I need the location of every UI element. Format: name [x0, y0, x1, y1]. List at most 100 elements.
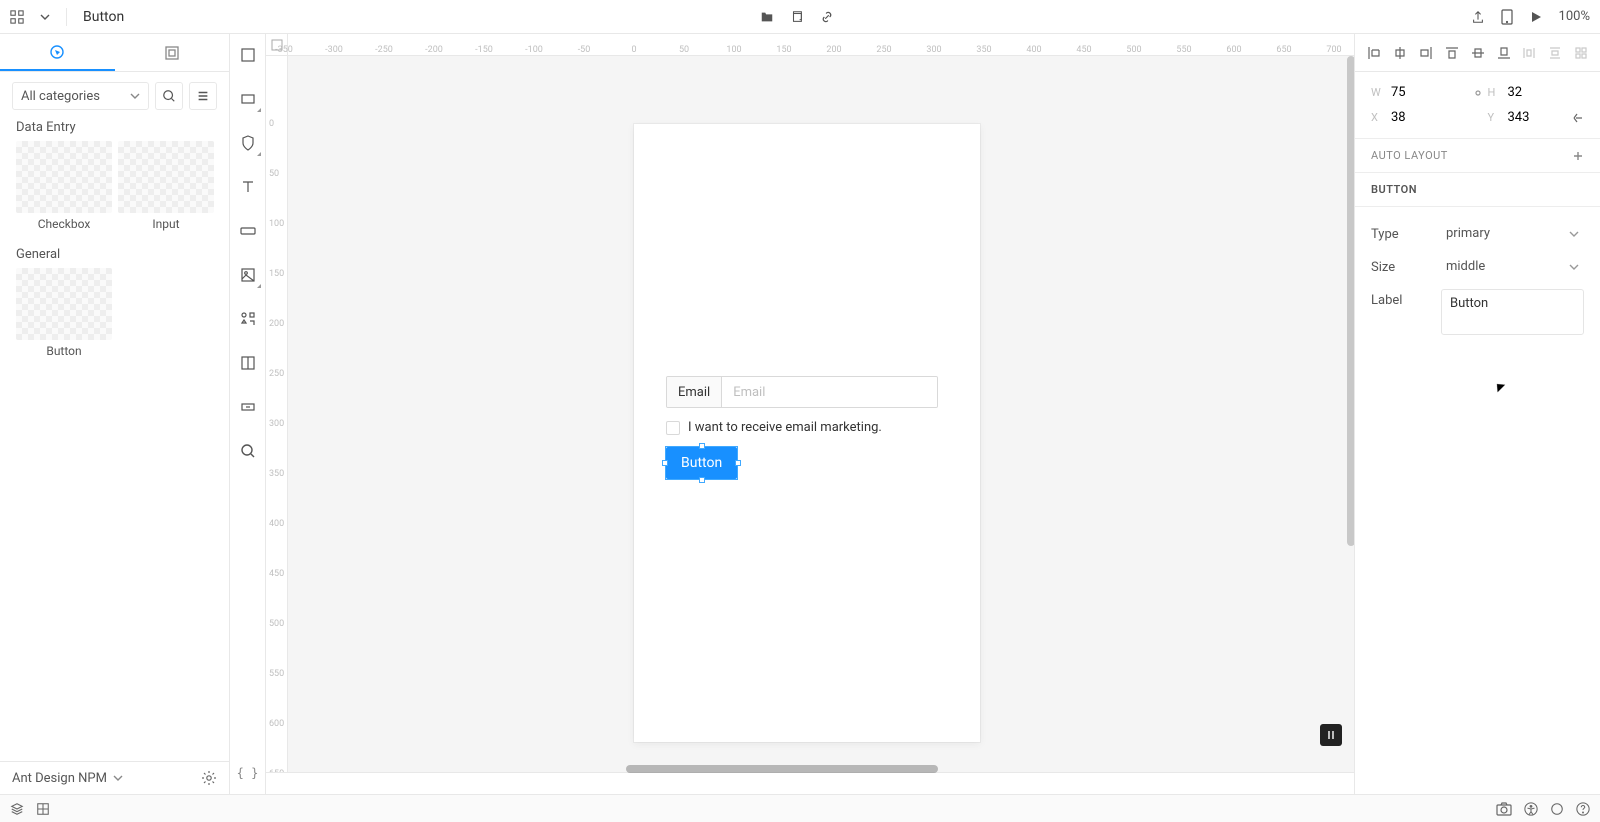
asset-checkbox-label: Checkbox	[16, 217, 112, 231]
frames-tab[interactable]	[115, 34, 230, 71]
resize-handle[interactable]	[735, 460, 741, 466]
width-field[interactable]: W	[1371, 84, 1468, 101]
image-tool[interactable]	[237, 264, 259, 286]
grid-icon[interactable]	[36, 802, 50, 816]
auto-layout-header[interactable]: AUTO LAYOUT	[1355, 139, 1600, 173]
category-select-label: All categories	[21, 89, 100, 104]
copy-icon[interactable]	[790, 10, 804, 24]
button-tool[interactable]	[237, 220, 259, 242]
x-field[interactable]: X	[1371, 109, 1468, 126]
device-icon[interactable]	[1501, 9, 1513, 25]
panel-toggle[interactable]	[1320, 724, 1342, 746]
height-input[interactable]	[1506, 84, 1554, 101]
asset-input[interactable]: Input	[118, 141, 214, 231]
position-detach-icon[interactable]	[1572, 112, 1584, 124]
auto-layout-label: AUTO LAYOUT	[1371, 149, 1448, 162]
resize-handle[interactable]	[699, 477, 705, 483]
package-select[interactable]: Ant Design NPM	[12, 771, 123, 786]
plus-icon[interactable]	[1572, 150, 1584, 162]
type-value: primary	[1446, 226, 1490, 241]
asset-input-label: Input	[118, 217, 214, 231]
layers-icon[interactable]	[10, 802, 24, 816]
inspector-panel: W H X Y AUTO LAYOUT BUTTON Type primary	[1354, 34, 1600, 794]
canvas-area: -350-300-250-200-150-100-500501001502002…	[266, 34, 1354, 794]
tool-column: { }	[230, 34, 266, 794]
apps-menu-icon[interactable]	[10, 10, 24, 24]
canvas-horizontal-scrollbar[interactable]	[626, 765, 938, 773]
chevron-down-icon[interactable]	[40, 12, 50, 22]
horizontal-ruler: -350-300-250-200-150-100-500501001502002…	[266, 34, 1354, 56]
category-select[interactable]: All categories	[12, 82, 149, 110]
asset-checkbox[interactable]: Checkbox	[16, 141, 112, 231]
size-value: middle	[1446, 259, 1485, 274]
frame-tool[interactable]	[237, 44, 259, 66]
gear-icon[interactable]	[201, 770, 217, 786]
marketing-checkbox-row[interactable]: I want to receive email marketing.	[666, 420, 948, 435]
asset-button-thumb	[16, 268, 112, 340]
primary-button[interactable]: Button	[666, 447, 737, 479]
search-button[interactable]	[155, 82, 183, 110]
size-select[interactable]: middle	[1441, 256, 1584, 277]
type-label: Type	[1371, 223, 1441, 242]
list-view-button[interactable]	[189, 82, 217, 110]
accessibility-icon[interactable]	[1524, 802, 1538, 816]
align-top-icon[interactable]	[1445, 46, 1459, 60]
selected-element[interactable]: Button	[666, 447, 737, 479]
chevron-down-icon	[1569, 229, 1579, 239]
help-icon[interactable]	[1576, 802, 1590, 816]
zoom-tool[interactable]	[237, 440, 259, 462]
text-tool[interactable]	[237, 176, 259, 198]
width-input[interactable]	[1389, 84, 1437, 101]
align-bottom-icon[interactable]	[1497, 46, 1511, 60]
aspect-link-icon[interactable]	[1468, 87, 1488, 99]
search-icon	[162, 89, 176, 103]
zoom-level[interactable]: 100%	[1559, 9, 1590, 24]
export-icon[interactable]	[1471, 10, 1485, 24]
comment-icon[interactable]	[1550, 802, 1564, 816]
section-data-entry-label: Data Entry	[0, 120, 229, 141]
asset-checkbox-thumb	[16, 141, 112, 213]
align-vcenter-icon[interactable]	[1471, 46, 1485, 60]
link-icon[interactable]	[820, 10, 834, 24]
align-left-icon[interactable]	[1367, 46, 1381, 60]
camera-icon[interactable]	[1496, 802, 1512, 816]
component-tool[interactable]	[237, 352, 259, 374]
y-input[interactable]	[1506, 109, 1554, 126]
design-frame[interactable]: Email I want to receive email marketing.…	[634, 124, 980, 742]
assets-tab[interactable]	[0, 34, 115, 71]
rect-tool[interactable]	[237, 88, 259, 110]
y-field[interactable]: Y	[1488, 109, 1585, 126]
package-select-label: Ant Design NPM	[12, 771, 107, 786]
resize-handle[interactable]	[662, 460, 668, 466]
section-general-label: General	[0, 247, 229, 268]
button-header-label: BUTTON	[1371, 183, 1417, 196]
icons-tool[interactable]	[237, 308, 259, 330]
asset-button[interactable]: Button	[16, 268, 112, 358]
label-prop-label: Label	[1371, 289, 1441, 308]
email-input[interactable]	[722, 377, 937, 407]
height-field[interactable]: H	[1488, 84, 1585, 101]
canvas[interactable]: Email I want to receive email marketing.…	[288, 56, 1354, 772]
type-select[interactable]: primary	[1441, 223, 1584, 244]
email-label: Email	[667, 377, 722, 407]
play-icon[interactable]	[1529, 10, 1543, 24]
status-bar	[0, 794, 1600, 822]
distribute-h-icon	[1522, 46, 1536, 60]
variables-tool[interactable]: { }	[237, 762, 259, 784]
marketing-checkbox-label: I want to receive email marketing.	[688, 420, 882, 435]
align-hcenter-icon[interactable]	[1393, 46, 1407, 60]
shield-tool[interactable]	[237, 132, 259, 154]
x-input[interactable]	[1389, 109, 1437, 126]
canvas-bottom-bar	[266, 772, 1354, 794]
align-right-icon[interactable]	[1419, 46, 1433, 60]
resize-handle[interactable]	[699, 443, 705, 449]
label-input[interactable]: Button	[1441, 289, 1584, 335]
tidy-icon	[1574, 46, 1588, 60]
distribute-v-icon	[1548, 46, 1562, 60]
button-section-header: BUTTON	[1355, 173, 1600, 207]
left-panel: All categories Data Entry Checkbox Input…	[0, 34, 230, 794]
folder-icon[interactable]	[760, 10, 774, 24]
slot-tool[interactable]	[237, 396, 259, 418]
app-body: All categories Data Entry Checkbox Input…	[0, 34, 1600, 794]
canvas-vertical-scrollbar[interactable]	[1347, 56, 1354, 546]
